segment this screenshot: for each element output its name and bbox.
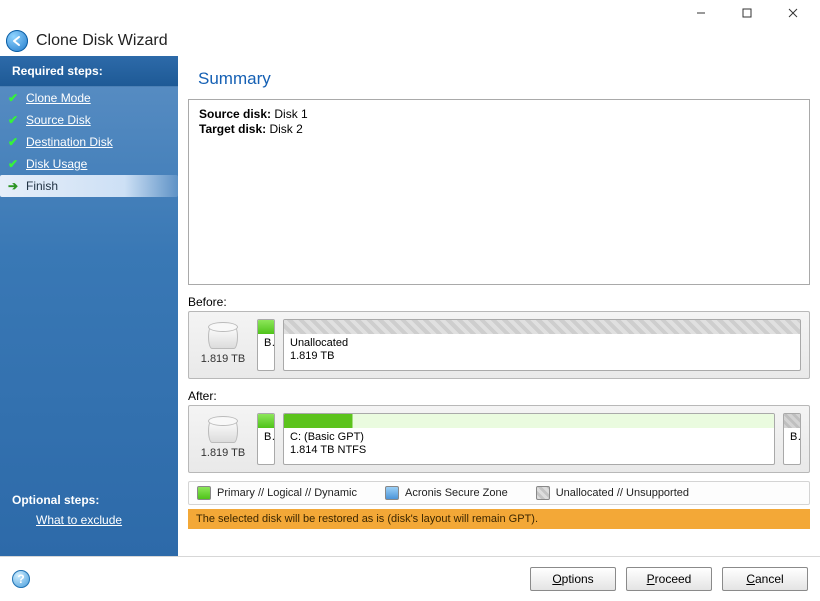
proceed-button[interactable]: Proceed [626,567,712,591]
legend-swatch-zone [385,486,399,500]
legend-label: Unallocated // Unsupported [556,487,689,499]
maximize-button[interactable] [724,2,770,24]
partition-small-trailer[interactable]: B... [783,413,801,465]
legend: Primary // Logical // Dynamic Acronis Se… [188,481,810,505]
window-title: Clone Disk Wizard [36,32,168,50]
after-label: After: [188,389,820,403]
cancel-button[interactable]: Cancel [722,567,808,591]
target-disk-value: Disk 2 [269,122,302,136]
legend-swatch-unallocated [536,486,550,500]
back-button[interactable] [6,30,28,52]
step-clone-mode[interactable]: ✔ Clone Mode [0,87,178,109]
main-panel: Summary Source disk: Disk 1 Target disk:… [178,56,820,556]
before-label: Before: [188,295,820,309]
checkmark-icon: ✔ [6,135,20,149]
legend-label: Acronis Secure Zone [405,487,508,499]
required-steps-header: Required steps: [0,56,178,87]
legend-zone: Acronis Secure Zone [385,486,508,500]
after-disk-map: 1.819 TB B... C: (Basic GPT) 1.814 TB NT… [188,405,810,473]
step-destination-disk[interactable]: ✔ Destination Disk [0,131,178,153]
disk-cylinder-icon [208,325,238,349]
partition-small[interactable]: B... [257,413,275,465]
disk-cylinder-icon [208,419,238,443]
legend-unallocated: Unallocated // Unsupported [536,486,689,500]
partition-label: B... [784,428,800,444]
legend-swatch-primary [197,486,211,500]
partition-size: 1.814 TB NTFS [290,444,768,457]
warning-bar: The selected disk will be restored as is… [188,509,810,529]
footer: ? Options Proceed Cancel [0,556,820,601]
disk-icon: 1.819 TB [197,419,249,459]
step-disk-usage[interactable]: ✔ Disk Usage [0,153,178,175]
arrow-right-icon: ➔ [6,179,20,193]
partition-label: B... [258,428,274,444]
partition-small[interactable]: B... [257,319,275,371]
step-label: Finish [26,179,58,193]
close-button[interactable] [770,2,816,24]
target-disk-row: Target disk: Disk 2 [199,122,799,137]
checkmark-icon: ✔ [6,113,20,127]
partition-name: C: (Basic GPT) [290,431,768,444]
partition-name: Unallocated [290,337,794,350]
minimize-button[interactable] [678,2,724,24]
partition-size: 1.819 TB [290,350,794,363]
partition-label: B... [258,334,274,350]
legend-primary: Primary // Logical // Dynamic [197,486,357,500]
legend-label: Primary // Logical // Dynamic [217,487,357,499]
btn-rest: ptions [562,572,594,586]
sidebar: Required steps: ✔ Clone Mode ✔ Source Di… [0,56,178,556]
help-button[interactable]: ? [12,570,30,588]
step-source-disk[interactable]: ✔ Source Disk [0,109,178,131]
target-disk-label: Target disk: [199,122,266,136]
partition-bar [284,320,800,334]
options-button[interactable]: Options [530,567,616,591]
disk-size: 1.819 TB [201,447,245,459]
page-title: Summary [178,56,820,99]
partition-bar [784,414,800,428]
step-label: Clone Mode [26,91,91,105]
step-label: Destination Disk [26,135,113,149]
partition-c[interactable]: C: (Basic GPT) 1.814 TB NTFS [283,413,775,465]
partition-bar [258,320,274,334]
optional-what-to-exclude[interactable]: What to exclude [36,513,178,527]
source-disk-label: Source disk: [199,107,271,121]
checkmark-icon: ✔ [6,157,20,171]
partition-bar [258,414,274,428]
checkmark-icon: ✔ [6,91,20,105]
source-disk-row: Source disk: Disk 1 [199,107,799,122]
partition-unallocated[interactable]: Unallocated 1.819 TB [283,319,801,371]
window-header: Clone Disk Wizard [0,26,820,56]
btn-rest: ancel [755,572,784,586]
step-label: Disk Usage [26,157,87,171]
disk-icon: 1.819 TB [197,325,249,365]
disk-size: 1.819 TB [201,353,245,365]
summary-info-box: Source disk: Disk 1 Target disk: Disk 2 [188,99,810,285]
btn-rest: roceed [655,572,692,586]
step-label: Source Disk [26,113,91,127]
titlebar [0,0,820,26]
step-finish[interactable]: ➔ Finish [0,175,178,197]
before-disk-map: 1.819 TB B... Unallocated 1.819 TB [188,311,810,379]
optional-steps-header: Optional steps: [0,487,178,509]
partition-bar [284,414,774,428]
source-disk-value: Disk 1 [274,107,307,121]
